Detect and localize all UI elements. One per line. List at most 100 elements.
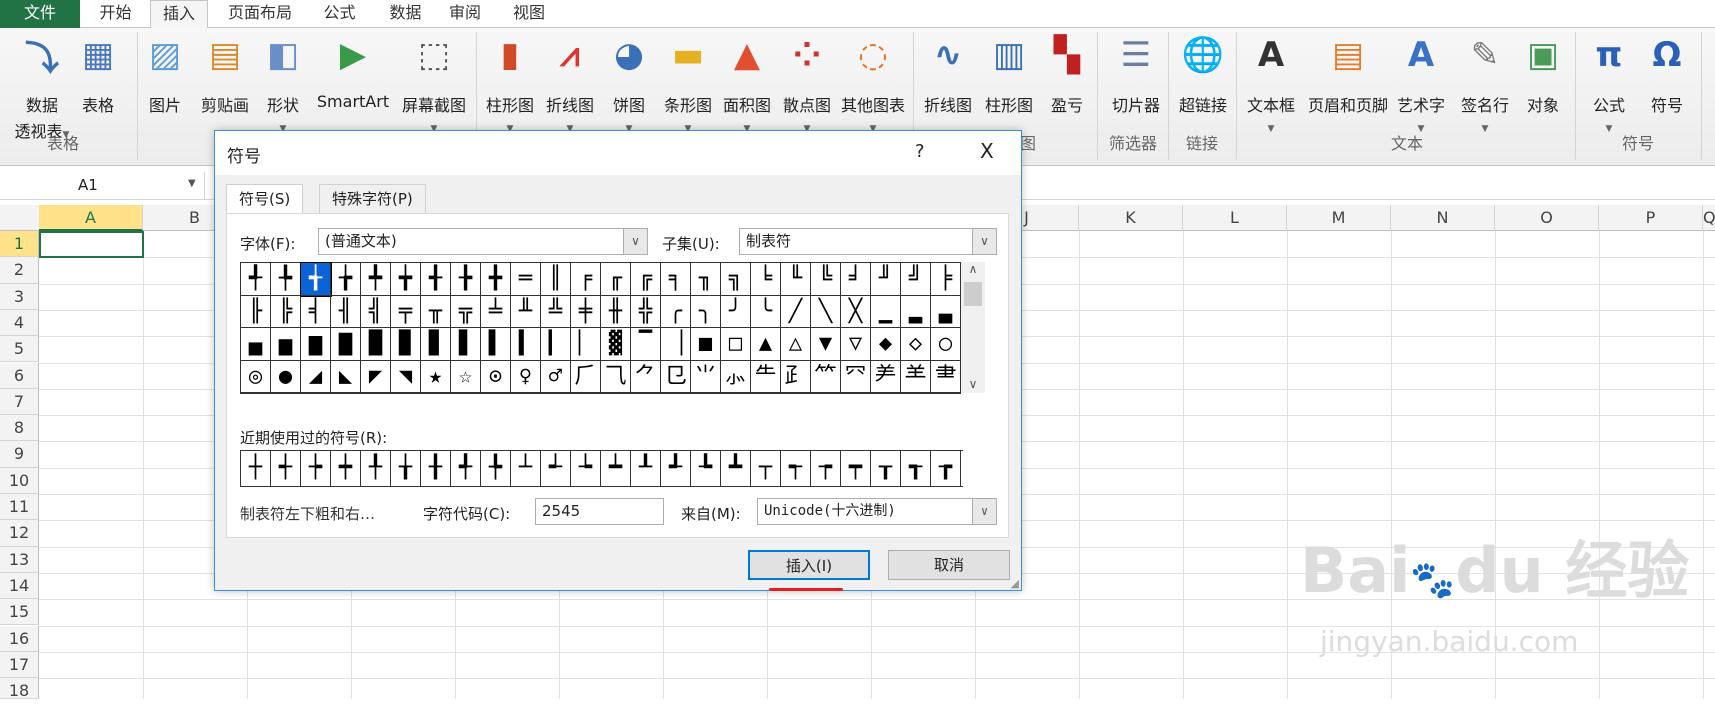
symbol-cell[interactable]: ◎ (241, 360, 271, 393)
symbol-cell[interactable]: ╄ (271, 263, 301, 296)
row-header[interactable]: 5 (0, 336, 39, 363)
symbol-cell[interactable]: ╃ (241, 263, 271, 296)
row-header[interactable]: 10 (0, 467, 39, 494)
row-header[interactable]: 1 (0, 231, 39, 258)
symbol-cell[interactable]: ╞ (931, 263, 961, 296)
symbol-cell[interactable]: ▃ (931, 295, 961, 328)
close-button[interactable]: X (980, 139, 994, 163)
symbol-cell[interactable]: ⺷ (901, 360, 931, 393)
scroll-thumb[interactable] (964, 282, 982, 306)
symbol-cell[interactable]: ▂ (901, 295, 931, 328)
symbol-cell[interactable]: ╤ (391, 295, 421, 328)
column-header[interactable]: O (1495, 205, 1599, 231)
recent-symbol-cell[interactable]: ┵ (541, 451, 571, 486)
symbol-cell[interactable]: ○ (931, 328, 961, 361)
ribbon-button[interactable]: ▤ 页眉和页脚 (1308, 32, 1388, 116)
symbol-cell[interactable]: ╢ (331, 295, 361, 328)
symbol-cell[interactable]: ◇ (901, 328, 931, 361)
symbol-cell[interactable]: ╒ (571, 263, 601, 296)
name-box-dropdown-icon[interactable]: ▼ (188, 178, 196, 189)
symbol-cell[interactable]: ☆ (451, 360, 481, 393)
symbol-cell[interactable]: ◥ (391, 360, 421, 393)
recent-symbol-cell[interactable]: ╄ (481, 451, 511, 486)
ribbon-tab[interactable]: 审阅 (443, 0, 487, 28)
help-button[interactable]: ? (915, 141, 925, 162)
column-header[interactable]: M (1287, 205, 1391, 231)
symbol-cell[interactable]: ╨ (511, 295, 541, 328)
scroll-down-icon[interactable]: ∨ (961, 377, 985, 391)
recent-symbol-cell[interactable]: ╂ (421, 451, 451, 486)
column-header[interactable]: L (1183, 205, 1287, 231)
subset-select[interactable]: 制表符 ∨ (739, 228, 997, 255)
symbol-cell[interactable]: □ (721, 328, 751, 361)
row-header[interactable]: 4 (0, 309, 39, 337)
symbol-cell[interactable]: ╦ (451, 295, 481, 328)
symbol-cell[interactable]: ╣ (361, 295, 391, 328)
ribbon-tab[interactable]: 文件 (0, 0, 80, 28)
chevron-down-icon[interactable]: ∨ (972, 499, 996, 524)
name-box[interactable]: A1 (0, 172, 205, 199)
column-header[interactable]: Q (1703, 205, 1715, 231)
tab-special-characters[interactable]: 特殊字符(P) (319, 184, 426, 214)
symbol-cell[interactable]: ★ (421, 360, 451, 393)
symbol-cell[interactable]: ╔ (631, 263, 661, 296)
column-header[interactable]: K (1079, 205, 1183, 231)
symbol-cell[interactable]: ╭ (661, 295, 691, 328)
chevron-down-icon[interactable]: ∨ (623, 229, 647, 254)
symbol-cell[interactable]: ╮ (691, 295, 721, 328)
row-header[interactable]: 2 (0, 257, 39, 284)
symbol-cell[interactable]: ▲ (751, 328, 781, 361)
column-header[interactable]: A (39, 205, 143, 231)
symbol-cell[interactable]: ╜ (871, 263, 901, 296)
symbol-cell[interactable]: ╟ (241, 295, 271, 328)
symbol-cell[interactable]: ║ (541, 263, 571, 296)
row-header[interactable]: 8 (0, 415, 39, 442)
symbol-cell[interactable]: ╬ (631, 295, 661, 328)
font-select[interactable]: (普通文本) ∨ (318, 228, 648, 255)
cancel-button[interactable]: 取消 (888, 550, 1010, 580)
ribbon-tab[interactable]: 页面布局 (224, 0, 296, 28)
recent-symbol-cell[interactable]: ┻ (721, 451, 751, 486)
symbol-cell[interactable]: ♂ (541, 360, 571, 393)
recent-symbol-cell[interactable]: ┴ (511, 451, 541, 486)
column-header[interactable]: P (1599, 205, 1703, 231)
ribbon-button[interactable]: Ω 符号 (1627, 32, 1707, 116)
row-header[interactable]: 9 (0, 441, 39, 468)
ribbon-tab[interactable]: 公式 (315, 0, 364, 28)
symbol-cell[interactable]: ⺁ (571, 360, 601, 393)
recent-symbol-cell[interactable]: ┶ (571, 451, 601, 486)
symbol-cell[interactable]: ╇ (361, 263, 391, 296)
row-header[interactable]: 6 (0, 362, 39, 389)
row-header[interactable]: 3 (0, 283, 39, 310)
recent-symbol-cell[interactable]: ┾ (301, 451, 331, 486)
symbol-cell[interactable]: ▼ (811, 328, 841, 361)
symbol-cell[interactable]: ⺶ (871, 360, 901, 393)
recent-symbol-cell[interactable]: ┼ (241, 451, 271, 486)
symbol-cell[interactable]: ▔ (631, 328, 661, 361)
symbol-cell[interactable]: ⺈ (631, 360, 661, 393)
recent-symbol-cell[interactable]: ┭ (781, 451, 811, 486)
symbol-cell[interactable]: ╪ (571, 295, 601, 328)
symbol-cell[interactable]: ╋ (481, 263, 511, 296)
symbol-cell[interactable]: ▍ (511, 328, 541, 361)
symbol-cell[interactable]: ▽ (841, 328, 871, 361)
recent-symbol-cell[interactable]: ┰ (871, 451, 901, 486)
symbol-cell[interactable]: ╯ (721, 295, 751, 328)
symbol-cell[interactable]: ◣ (331, 360, 361, 393)
recent-symbol-cell[interactable]: ╃ (451, 451, 481, 486)
symbol-cell[interactable]: ╡ (301, 295, 331, 328)
ribbon-tab[interactable]: 视图 (505, 0, 553, 28)
symbol-cell[interactable]: ╆ (331, 263, 361, 296)
symbol-cell[interactable]: ▊ (421, 328, 451, 361)
symbol-cell[interactable]: ═ (511, 263, 541, 296)
symbol-cell[interactable]: █ (361, 328, 391, 361)
symbol-cell[interactable]: ● (271, 360, 301, 393)
symbol-cell[interactable]: ⺻ (931, 360, 961, 393)
from-select[interactable]: Unicode(十六进制) ∨ (757, 498, 997, 525)
symbol-cell[interactable]: ■ (691, 328, 721, 361)
symbol-grid-scrollbar[interactable]: ∧ ∨ (961, 262, 985, 393)
symbol-cell[interactable]: ⺌ (691, 360, 721, 393)
insert-button[interactable]: 插入(I) (748, 550, 870, 580)
symbol-cell[interactable]: ▁ (871, 295, 901, 328)
symbol-cell[interactable]: ╅ (300, 262, 332, 297)
